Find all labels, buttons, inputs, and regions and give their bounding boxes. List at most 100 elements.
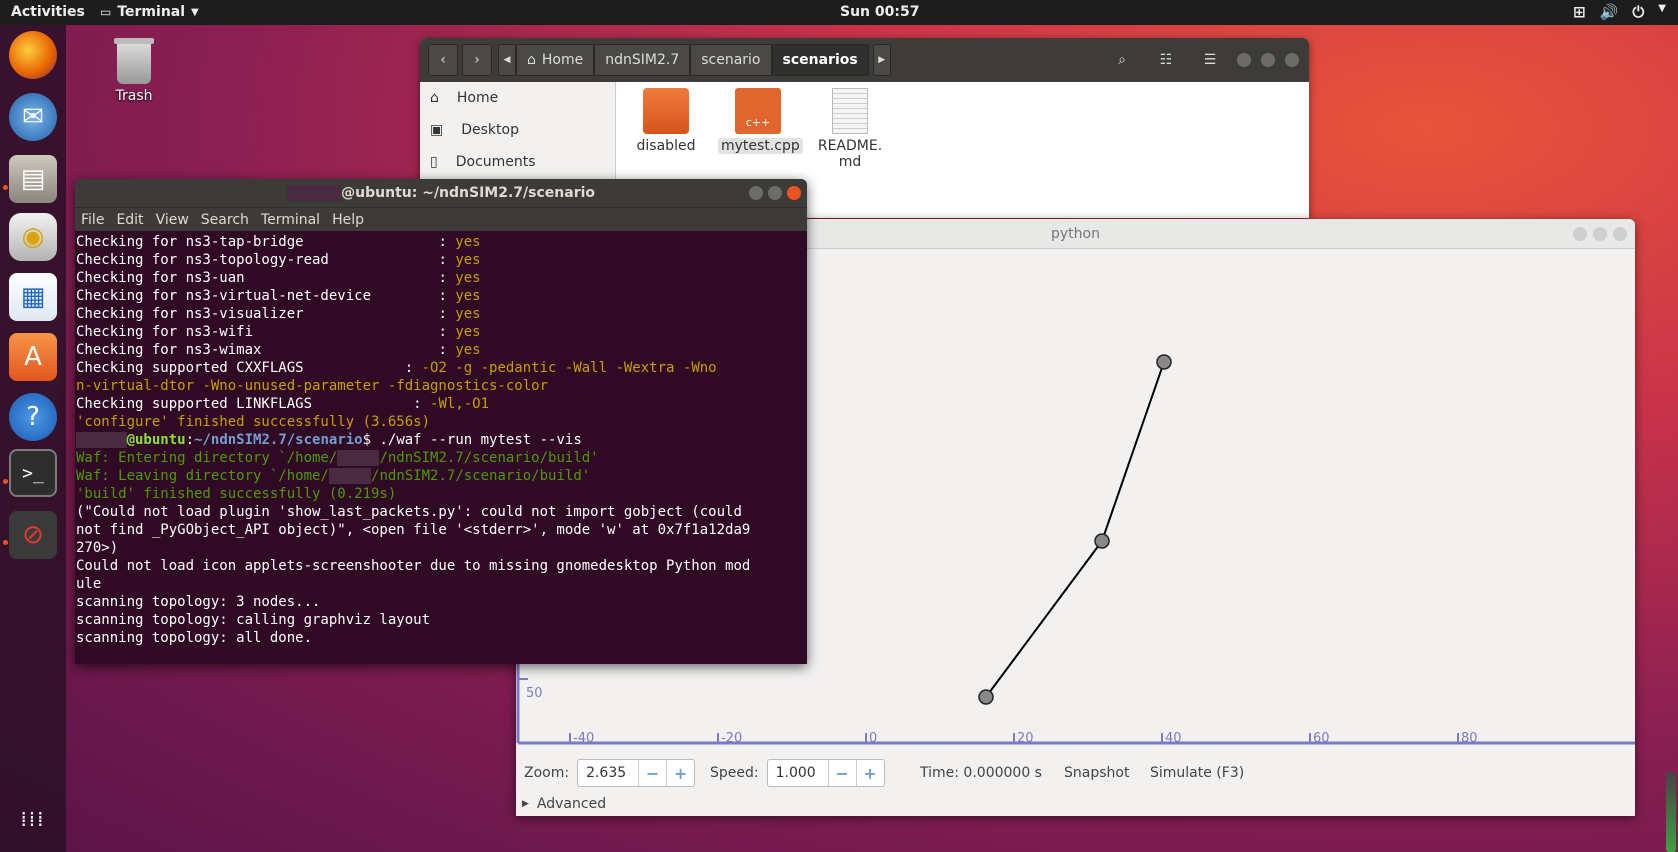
firefox-icon[interactable] — [9, 31, 57, 79]
breadcrumb-ndnsim[interactable]: ndnSIM2.7 — [594, 44, 691, 76]
advanced-expander[interactable]: ▶ Advanced — [522, 790, 606, 816]
blocked-app-icon[interactable]: ⊘ — [9, 511, 57, 559]
breadcrumb-left-arrow[interactable]: ◀ — [498, 44, 516, 76]
check-padding: : — [303, 234, 456, 250]
help-icon[interactable]: ? — [9, 393, 57, 441]
volume-icon[interactable]: 🔊 — [1600, 3, 1619, 21]
check-value: yes — [455, 342, 481, 358]
y-tick-label: 50 — [526, 686, 543, 701]
snapshot-button[interactable]: Snapshot — [1064, 759, 1129, 787]
menu-file[interactable]: File — [81, 212, 104, 228]
show-apps-icon[interactable]: ⁞⁞⁞ — [9, 795, 57, 843]
file-item[interactable]: README. md — [810, 88, 890, 170]
x-tick-label: 0 — [869, 731, 877, 746]
sidebar-item-home[interactable]: ⌂ Home — [420, 82, 615, 114]
link-edge — [985, 540, 1103, 698]
menu-view[interactable]: View — [156, 212, 189, 228]
advanced-label: Advanced — [536, 796, 607, 812]
trash-icon — [114, 38, 154, 84]
terminal-output[interactable]: Checking for ns3-tap-bridge : yes Checki… — [75, 231, 807, 647]
view-toggle-icon[interactable]: ☷ — [1149, 44, 1183, 76]
network-icon[interactable]: ⊞ — [1573, 3, 1586, 21]
forward-button[interactable]: › — [462, 44, 492, 76]
check-value: yes — [455, 234, 481, 250]
level-indicator — [1666, 772, 1676, 852]
breadcrumb-right-arrow[interactable]: ▶ — [872, 44, 891, 76]
menu-help[interactable]: Help — [332, 212, 364, 228]
sidebar-item-documents[interactable]: ▯ Documents — [420, 146, 615, 178]
terminal-icon[interactable]: >_ — [9, 449, 57, 497]
maximize-button[interactable] — [1261, 53, 1275, 67]
dock: ✉ ▤ ◉ ▦ A ? >_ ⊘ ⁞⁞⁞ — [0, 25, 66, 852]
running-indicator — [3, 185, 8, 190]
trash-label: Trash — [115, 88, 153, 104]
simulate-button[interactable]: Simulate (F3) — [1150, 759, 1244, 787]
breadcrumb-home[interactable]: ⌂ Home — [516, 44, 595, 76]
writer-icon[interactable]: ▦ — [9, 273, 57, 321]
thunderbird-icon[interactable]: ✉ — [9, 93, 57, 141]
check-value: yes — [455, 252, 481, 268]
check-line: Checking for ns3-tap-bridge — [76, 234, 304, 250]
sidebar-item-desktop[interactable]: ▣ Desktop — [420, 114, 615, 146]
folder-item[interactable]: disabled — [626, 88, 706, 154]
app-name: Terminal — [117, 4, 186, 20]
x-tick-label: 20 — [1017, 731, 1034, 746]
maximize-button[interactable] — [768, 186, 782, 200]
zoom-spinner[interactable]: 2.635 − + — [577, 759, 696, 787]
terminal-titlebar: xxxxxx@ubuntu: ~/ndnSIM2.7/scenario — [75, 179, 807, 207]
zoom-increase-button[interactable]: + — [666, 760, 694, 786]
power-icon[interactable]: ⏻ — [1632, 3, 1644, 21]
maximize-button[interactable] — [1593, 227, 1607, 241]
document-icon: ▯ — [430, 154, 438, 170]
system-tray[interactable]: ⊞ 🔊 ⏻ ▼ — [1573, 3, 1666, 21]
close-button[interactable] — [1613, 227, 1627, 241]
files-icon[interactable]: ▤ — [9, 155, 57, 203]
text-file-icon — [832, 88, 868, 134]
menu-search[interactable]: Search — [201, 212, 249, 228]
software-icon[interactable]: A — [9, 333, 57, 381]
minimize-button[interactable] — [1237, 53, 1251, 67]
menu-terminal[interactable]: Terminal — [261, 212, 320, 228]
node-0 — [978, 689, 994, 705]
check-value: yes — [455, 324, 481, 340]
check-padding: : — [371, 288, 456, 304]
speed-decrease-button[interactable]: − — [827, 760, 856, 786]
menu-edit[interactable]: Edit — [116, 212, 143, 228]
zoom-control: Zoom: 2.635 − + — [524, 759, 696, 787]
x-tick-label: 80 — [1461, 731, 1478, 746]
clock[interactable]: Sun 00:57 — [840, 4, 919, 20]
close-button[interactable] — [787, 186, 801, 200]
back-button[interactable]: ‹ — [428, 44, 458, 76]
trash-desktop-icon[interactable]: Trash — [104, 38, 164, 104]
check-line: Checking for ns3-visualizer — [76, 306, 304, 322]
file-item[interactable]: c++ mytest.cpp — [718, 88, 803, 154]
menu-icon[interactable]: ☰ — [1193, 44, 1227, 76]
speed-increase-button[interactable]: + — [855, 760, 884, 786]
redacted-username: xxxxxx — [286, 185, 342, 201]
app-menu-button[interactable]: ▭ Terminal ▼ — [100, 4, 199, 20]
terminal-window: xxxxxx@ubuntu: ~/ndnSIM2.7/scenario File… — [75, 179, 807, 664]
check-line: Checking for ns3-uan — [76, 270, 245, 286]
check-line: Checking for ns3-topology-read — [76, 252, 329, 268]
rhythmbox-icon[interactable]: ◉ — [9, 213, 57, 261]
breadcrumb-scenario[interactable]: scenario — [690, 44, 772, 76]
zoom-value[interactable]: 2.635 — [578, 765, 638, 781]
x-tick-label: -20 — [721, 731, 742, 746]
check-padding: : — [328, 252, 456, 268]
check-line: Checking for ns3-wifi — [76, 324, 254, 340]
close-button[interactable] — [1285, 53, 1299, 67]
speed-value[interactable]: 1.000 — [768, 765, 828, 781]
minimize-button[interactable] — [1573, 227, 1587, 241]
speed-spinner[interactable]: 1.000 − + — [766, 759, 885, 787]
cpp-file-icon: c++ — [735, 88, 781, 134]
desktop-icon: ▣ — [430, 122, 444, 138]
breadcrumb-scenarios[interactable]: scenarios — [771, 44, 869, 76]
minimize-button[interactable] — [749, 186, 763, 200]
zoom-decrease-button[interactable]: − — [638, 760, 666, 786]
check-line: Checking for ns3-virtual-net-device — [76, 288, 372, 304]
terminal-title: @ubuntu: ~/ndnSIM2.7/scenario — [341, 185, 596, 201]
home-icon: ⌂ — [430, 90, 439, 106]
search-icon[interactable]: ⌕ — [1105, 44, 1139, 76]
activities-button[interactable]: Activities — [11, 4, 85, 20]
chevron-down-icon[interactable]: ▼ — [1658, 3, 1666, 21]
